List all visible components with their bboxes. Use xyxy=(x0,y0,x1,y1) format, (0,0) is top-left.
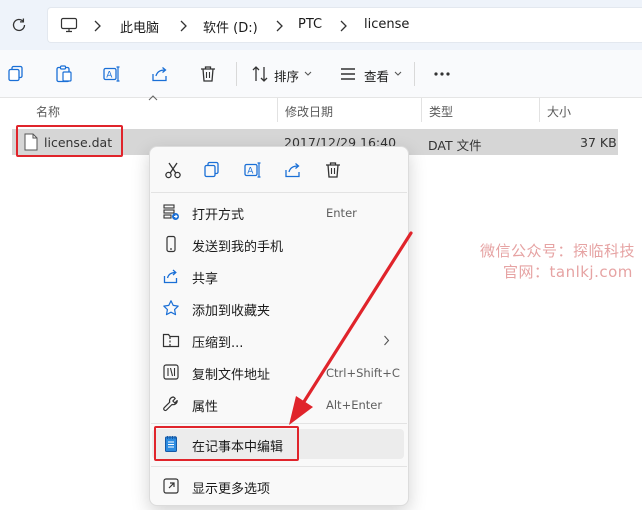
column-header-name[interactable]: 名称 xyxy=(36,98,276,122)
menu-item-send-to-phone[interactable]: 发送到我的手机 xyxy=(152,229,404,259)
computer-icon[interactable] xyxy=(60,17,78,33)
file-size: 37 KB xyxy=(580,135,617,150)
annotation-highlight-notepad xyxy=(154,426,299,461)
view-button[interactable]: 查看 xyxy=(364,66,389,85)
more-options-icon xyxy=(163,478,179,494)
copy-path-icon xyxy=(163,364,179,380)
chevron-right-icon[interactable] xyxy=(92,20,102,32)
chevron-down-icon[interactable] xyxy=(304,71,312,77)
command-toolbar: A 排序 查看 xyxy=(0,50,642,98)
sort-icon[interactable] xyxy=(250,64,270,84)
menu-separator xyxy=(151,466,407,467)
watermark-wechat: 微信公众号：探临科技 xyxy=(480,242,636,260)
address-bar-row: 此电脑 软件 (D:) PTC license xyxy=(0,0,642,50)
breadcrumb-ptc[interactable]: PTC xyxy=(298,17,322,32)
menu-item-show-more-options[interactable]: 显示更多选项 xyxy=(152,471,404,501)
watermark-website: 官网：tanlkj.com xyxy=(503,263,633,281)
breadcrumb-license[interactable]: license xyxy=(364,17,409,32)
share-icon[interactable] xyxy=(150,64,170,84)
rename-icon[interactable]: A xyxy=(102,64,122,84)
menu-item-add-to-favorites[interactable]: 添加到收藏夹 xyxy=(152,293,404,323)
column-divider[interactable] xyxy=(277,98,278,122)
refresh-icon[interactable] xyxy=(10,16,28,34)
delete-icon[interactable] xyxy=(198,64,218,84)
menu-item-properties[interactable]: 属性 Alt+Enter xyxy=(152,389,404,419)
menu-item-label: 发送到我的手机 xyxy=(192,240,284,255)
share-icon xyxy=(163,269,178,284)
annotation-highlight-file xyxy=(16,125,123,157)
chevron-right-icon[interactable] xyxy=(178,20,188,32)
column-header-modified-label: 修改日期 xyxy=(285,105,334,119)
menu-item-label: 属性 xyxy=(192,400,219,415)
chevron-down-icon[interactable] xyxy=(394,71,402,77)
column-header-type[interactable]: 类型 xyxy=(429,98,539,122)
more-icon[interactable] xyxy=(432,64,452,84)
menu-item-label: 添加到收藏夹 xyxy=(192,304,271,319)
column-header-size[interactable]: 大小 xyxy=(547,98,637,122)
menu-separator xyxy=(151,423,407,424)
menu-item-shortcut: Alt+Enter xyxy=(326,398,383,412)
menu-item-label: 打开方式 xyxy=(192,208,245,223)
breadcrumb-drive-d[interactable]: 软件 (D:) xyxy=(203,17,258,36)
rename-icon[interactable]: A xyxy=(243,160,263,180)
copy-icon[interactable] xyxy=(202,160,222,180)
cut-icon[interactable] xyxy=(163,160,183,180)
star-icon xyxy=(163,300,179,316)
column-header-modified[interactable]: 修改日期 xyxy=(285,98,420,122)
menu-item-label: 压缩到... xyxy=(192,336,244,351)
copy-icon[interactable] xyxy=(6,64,26,84)
sort-button[interactable]: 排序 xyxy=(274,66,299,85)
menu-separator xyxy=(151,192,407,193)
menu-item-label: 复制文件地址 xyxy=(192,368,271,383)
menu-item-copy-as-path[interactable]: 复制文件地址 Ctrl+Shift+C xyxy=(152,357,404,387)
column-divider[interactable] xyxy=(539,98,540,122)
menu-item-share[interactable]: 共享 xyxy=(152,261,404,291)
column-divider[interactable] xyxy=(421,98,422,122)
wrench-icon xyxy=(163,396,178,412)
svg-text:A: A xyxy=(106,71,113,81)
chevron-right-icon[interactable] xyxy=(274,20,284,32)
menu-item-label: 显示更多选项 xyxy=(192,482,271,497)
chevron-right-icon[interactable] xyxy=(338,20,348,32)
share-icon[interactable] xyxy=(283,160,303,180)
delete-icon[interactable] xyxy=(323,160,343,180)
open-with-icon xyxy=(163,204,179,220)
file-type: DAT 文件 xyxy=(428,138,482,153)
menu-item-shortcut: Enter xyxy=(326,206,357,220)
column-header-type-label: 类型 xyxy=(429,105,454,119)
svg-text:A: A xyxy=(247,167,254,177)
zip-folder-icon xyxy=(162,333,180,348)
menu-item-open-with[interactable]: 打开方式 Enter xyxy=(152,197,404,227)
view-icon[interactable] xyxy=(338,64,358,84)
column-header-size-label: 大小 xyxy=(547,105,572,119)
toolbar-separator xyxy=(414,62,415,86)
breadcrumb-this-pc[interactable]: 此电脑 xyxy=(120,17,159,36)
column-header-name-label: 名称 xyxy=(36,105,61,119)
toolbar-separator xyxy=(236,62,237,86)
menu-item-label: 共享 xyxy=(192,272,219,287)
paste-icon[interactable] xyxy=(54,64,74,84)
menu-item-shortcut: Ctrl+Shift+C xyxy=(326,366,400,380)
address-bar[interactable]: 此电脑 软件 (D:) PTC license xyxy=(47,7,642,43)
chevron-right-icon xyxy=(384,335,390,346)
menu-item-compress-to[interactable]: 压缩到... xyxy=(152,325,404,355)
phone-icon xyxy=(166,235,176,253)
